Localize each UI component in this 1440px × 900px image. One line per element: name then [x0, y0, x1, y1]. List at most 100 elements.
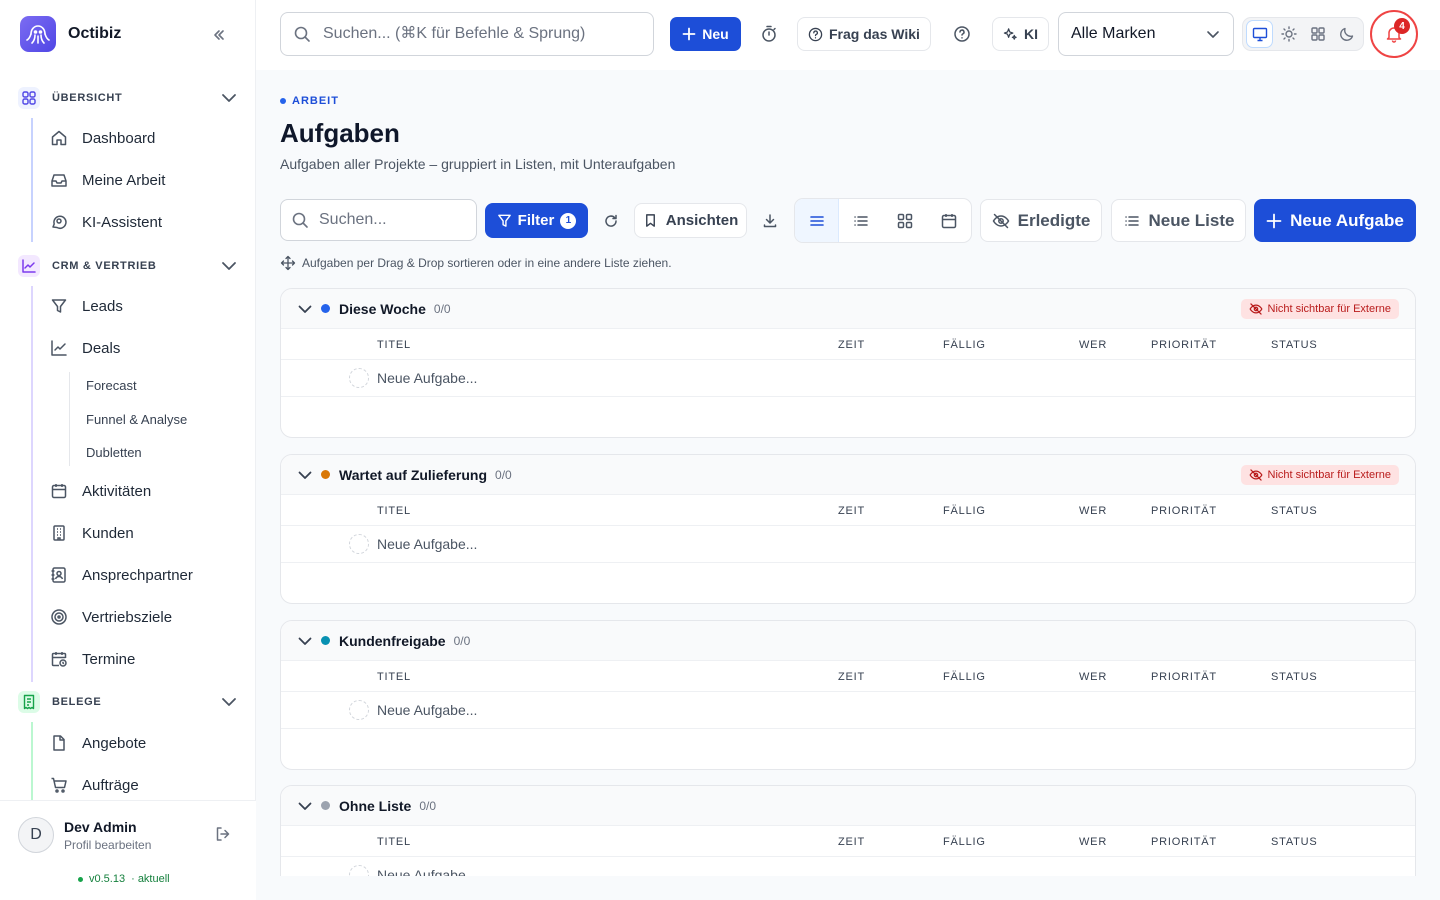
column-due[interactable]: FÄLLIG — [943, 505, 986, 517]
column-priority[interactable]: PRIORITÄT — [1151, 339, 1217, 351]
section-header-documents[interactable]: BELEGE — [18, 689, 240, 715]
sidebar-item-dashboard[interactable]: Dashboard — [50, 122, 246, 154]
new-task-placeholder[interactable]: Neue Aufgabe... — [377, 536, 477, 552]
sidebar-item-activities[interactable]: Aktivitäten — [50, 475, 246, 507]
sidebar-subitem-funnel[interactable]: Funnel & Analyse — [86, 409, 187, 429]
column-status[interactable]: STATUS — [1271, 836, 1318, 848]
user-name[interactable]: Dev Admin — [64, 819, 137, 835]
notifications-button[interactable]: 4 — [1370, 10, 1418, 58]
column-status[interactable]: STATUS — [1271, 339, 1318, 351]
chevron-down-icon[interactable] — [297, 633, 313, 649]
column-time[interactable]: ZEIT — [838, 836, 865, 848]
task-search[interactable] — [280, 199, 477, 241]
chevron-down-icon[interactable] — [297, 467, 313, 483]
group-header[interactable]: Wartet auf Zulieferung 0/0 Nicht sichtba… — [281, 455, 1415, 495]
new-list-button[interactable]: Neue Liste — [1111, 199, 1246, 242]
list-view-icon[interactable] — [839, 199, 883, 242]
sidebar-subitem-forecast[interactable]: Forecast — [86, 375, 137, 395]
sun-icon[interactable] — [1275, 20, 1302, 48]
avatar[interactable]: D — [18, 817, 54, 853]
column-who[interactable]: WER — [1079, 505, 1107, 517]
new-task-row[interactable]: Neue Aufgabe... — [281, 692, 1415, 729]
moon-icon[interactable] — [1333, 20, 1360, 48]
group-header[interactable]: Kundenfreigabe 0/0 — [281, 621, 1415, 661]
column-priority[interactable]: PRIORITÄT — [1151, 836, 1217, 848]
column-due[interactable]: FÄLLIG — [943, 339, 986, 351]
column-due[interactable]: FÄLLIG — [943, 836, 986, 848]
logout-icon[interactable] — [214, 825, 232, 843]
sidebar-item-appointments[interactable]: Termine — [50, 643, 246, 675]
sidebar-item-customers[interactable]: Kunden — [50, 517, 246, 549]
new-button[interactable]: Neu — [670, 17, 741, 51]
chevron-down-icon[interactable] — [297, 798, 313, 814]
brand-select[interactable]: Alle Marken — [1058, 12, 1234, 56]
layout-grid-icon[interactable] — [1304, 20, 1331, 48]
global-search[interactable] — [280, 12, 654, 56]
refresh-icon[interactable] — [601, 211, 621, 231]
sidebar-item-ai-assistant[interactable]: KI-Assistent — [50, 206, 246, 238]
new-task-row[interactable]: Neue Aufgabe... — [281, 526, 1415, 563]
column-who[interactable]: WER — [1079, 339, 1107, 351]
column-status[interactable]: STATUS — [1271, 671, 1318, 683]
new-task-placeholder[interactable]: Neue Aufgabe... — [377, 370, 477, 386]
column-status[interactable]: STATUS — [1271, 505, 1318, 517]
octopus-logo-icon — [20, 16, 56, 52]
column-who[interactable]: WER — [1079, 671, 1107, 683]
column-time[interactable]: ZEIT — [838, 505, 865, 517]
new-task-row[interactable]: Neue Aufgabe... — [281, 360, 1415, 397]
section-header-overview[interactable]: ÜBERSICHT — [18, 85, 240, 111]
sidebar-item-my-work[interactable]: Meine Arbeit — [50, 164, 246, 196]
section-header-crm[interactable]: CRM & VERTRIEB — [18, 253, 240, 279]
filter-button[interactable]: Filter 1 — [485, 203, 588, 238]
group-header[interactable]: Diese Woche 0/0 Nicht sichtbar für Exter… — [281, 289, 1415, 329]
ask-wiki-button[interactable]: Frag das Wiki — [797, 17, 931, 51]
sidebar-item-sales-goals[interactable]: Vertriebsziele — [50, 601, 246, 633]
group-header[interactable]: Ohne Liste 0/0 — [281, 786, 1415, 826]
column-header-row: TITEL ZEIT FÄLLIG WER PRIORITÄT STATUS — [281, 661, 1415, 692]
column-title[interactable]: TITEL — [377, 671, 411, 683]
download-icon[interactable] — [760, 211, 780, 231]
sidebar-item-deals[interactable]: Deals — [50, 332, 246, 364]
calendar-view-icon[interactable] — [927, 199, 971, 242]
column-title[interactable]: TITEL — [377, 339, 411, 351]
column-title[interactable]: TITEL — [377, 505, 411, 517]
new-task-placeholder[interactable]: Neue Aufgabe... — [377, 702, 477, 718]
timer-icon[interactable] — [757, 22, 781, 46]
column-priority[interactable]: PRIORITÄT — [1151, 671, 1217, 683]
topbar: Neu Frag das Wiki KI Alle Marken 4 — [256, 0, 1440, 70]
help-icon[interactable] — [950, 22, 974, 46]
brand[interactable]: Octibiz — [20, 16, 121, 52]
task-search-input[interactable] — [319, 211, 459, 229]
task-list-group: Kundenfreigabe 0/0 TITEL ZEIT FÄLLIG WER… — [280, 620, 1416, 770]
column-time[interactable]: ZEIT — [838, 339, 865, 351]
collapse-sidebar-icon[interactable] — [208, 24, 230, 46]
edit-profile-link[interactable]: Profil bearbeiten — [64, 838, 151, 852]
sidebar-subitem-duplicates[interactable]: Dubletten — [86, 442, 142, 462]
sidebar-item-contacts[interactable]: Ansprechpartner — [50, 559, 246, 591]
global-search-input[interactable] — [323, 25, 623, 43]
new-task-row[interactable]: Neue Aufgabe... — [281, 857, 1415, 876]
sidebar-item-quotes[interactable]: Angebote — [50, 727, 246, 759]
column-time[interactable]: ZEIT — [838, 671, 865, 683]
chevron-down-icon — [1205, 26, 1221, 42]
sidebar-item-label: Aufträge — [82, 776, 139, 794]
contact-card-icon — [50, 566, 68, 584]
monitor-icon[interactable] — [1246, 20, 1274, 48]
external-visibility-badge[interactable]: Nicht sichtbar für Externe — [1240, 465, 1399, 485]
board-view-icon[interactable] — [883, 199, 927, 242]
views-button[interactable]: Ansichten — [634, 203, 747, 238]
column-title[interactable]: TITEL — [377, 836, 411, 848]
column-due[interactable]: FÄLLIG — [943, 671, 986, 683]
sidebar-item-label: Deals — [82, 339, 121, 357]
show-completed-button[interactable]: Erledigte — [980, 199, 1102, 242]
new-task-button[interactable]: Neue Aufgabe — [1254, 199, 1416, 242]
column-priority[interactable]: PRIORITÄT — [1151, 505, 1217, 517]
chevron-down-icon[interactable] — [297, 301, 313, 317]
sidebar-item-orders[interactable]: Aufträge — [50, 769, 246, 800]
ai-button[interactable]: KI — [992, 17, 1049, 51]
external-visibility-badge[interactable]: Nicht sichtbar für Externe — [1240, 299, 1399, 319]
grouped-list-view-icon[interactable] — [795, 199, 839, 242]
column-who[interactable]: WER — [1079, 836, 1107, 848]
new-task-placeholder[interactable]: Neue Aufgabe... — [377, 867, 477, 876]
sidebar-item-leads[interactable]: Leads — [50, 290, 246, 322]
